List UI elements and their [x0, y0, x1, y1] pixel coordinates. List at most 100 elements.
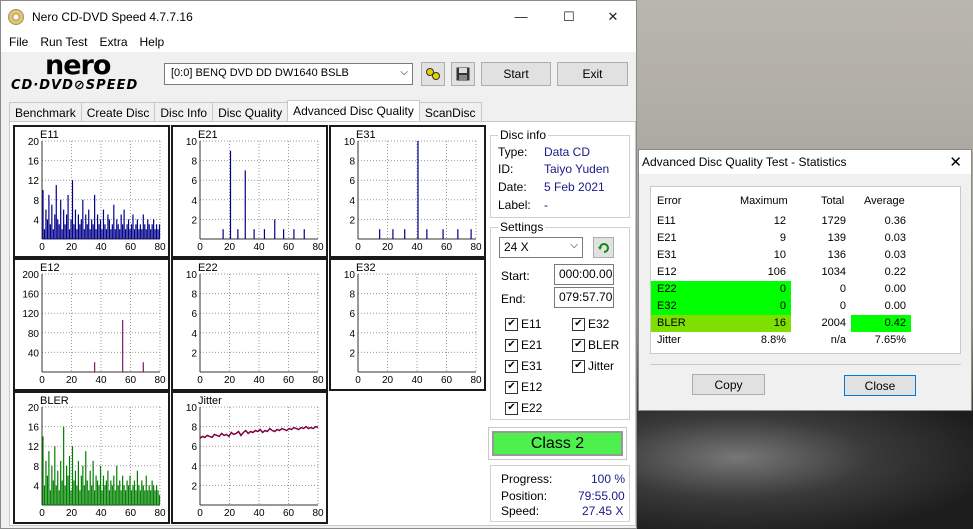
speed-value: 27.45 X	[582, 504, 624, 518]
maximize-button[interactable]: ☐	[546, 1, 592, 32]
checkbox-e11[interactable]: ✔ E11	[505, 317, 541, 331]
tab-create-disc[interactable]: Create Disc	[80, 102, 156, 122]
y-tick-label: 200	[22, 270, 39, 281]
x-tick-label: 20	[66, 242, 78, 253]
y-tick-label: 8	[191, 290, 197, 301]
settings-group: Settings 24 X ⌵ Start: 000:00.00 End: 07…	[490, 220, 630, 420]
tab-scandisc[interactable]: ScanDisc	[418, 102, 482, 122]
checkbox-e12-label: E12	[521, 380, 543, 394]
y-tick-label: 2	[191, 215, 197, 226]
statistics-cell: E12	[657, 266, 677, 278]
header-error: Error	[657, 195, 682, 207]
statistics-title-bar[interactable]: Advanced Disc Quality Test - Statistics …	[639, 150, 971, 174]
chevron-down-icon: ⌵	[570, 240, 578, 251]
save-button[interactable]	[451, 62, 475, 86]
statistics-cell: 0.03	[884, 232, 906, 244]
chart-plot: 0 20 40 60 80 2 4 6 8 10	[186, 137, 324, 253]
toolbar: nero CD·DVD⊘SPEED [0:0] BENQ DVD DD DW16…	[1, 50, 636, 100]
date-value: 5 Feb 2021	[544, 180, 605, 194]
statistics-cell: 10	[773, 249, 786, 261]
x-tick-label: 40	[95, 508, 107, 519]
x-tick-label: 60	[283, 242, 295, 253]
tab-benchmark[interactable]: Benchmark	[9, 102, 82, 122]
quality-class-badge: Class 2	[492, 431, 623, 456]
drive-select[interactable]: [0:0] BENQ DVD DD DW1640 BSLB ⌵	[164, 63, 413, 85]
statistics-cell: 7.65%	[874, 334, 906, 346]
minimize-button[interactable]: —	[498, 1, 544, 32]
y-tick-label: 4	[191, 462, 197, 473]
statistics-row: E21 9 139 0.03	[651, 230, 962, 247]
label-label: Label:	[498, 198, 531, 212]
y-tick-label: 6	[191, 176, 197, 187]
y-tick-label: 16	[28, 157, 40, 168]
checkbox-e31-label: E31	[521, 359, 543, 373]
statistics-cell: 0.00	[884, 300, 906, 312]
x-tick-label: 0	[197, 375, 203, 386]
start-input[interactable]: 000:00.00	[554, 264, 614, 285]
statistics-cell: 1034	[821, 266, 846, 278]
statistics-close-icon[interactable]: ✕	[949, 153, 962, 171]
x-tick-label: 40	[411, 242, 423, 253]
check-icon: ✔	[505, 317, 518, 331]
checkbox-bler[interactable]: ✔ BLER	[572, 338, 619, 352]
statistics-row: E12 106 1034 0.22	[651, 264, 962, 281]
speed-select[interactable]: 24 X ⌵	[499, 237, 583, 258]
position-label: Position:	[501, 489, 548, 503]
menu-extra[interactable]: Extra	[93, 35, 133, 49]
x-tick-label: 60	[441, 242, 453, 253]
checkbox-e22[interactable]: ✔ E22	[505, 401, 542, 415]
copy-button[interactable]: Copy	[692, 374, 765, 395]
y-tick-label: 8	[33, 196, 39, 207]
chart-title: Jitter	[198, 395, 222, 407]
chart-e31: 0 20 40 60 80 2 4 6 8 10 E31	[329, 125, 486, 258]
y-tick-label: 2	[191, 481, 197, 492]
main-window: Nero CD-DVD Speed 4.7.7.16 — ☐ ✕ File Ru…	[0, 0, 637, 529]
x-tick-label: 40	[95, 375, 107, 386]
statistics-cell: 1729	[821, 215, 846, 227]
statistics-cell: 136	[827, 249, 846, 261]
end-input[interactable]: 079:57.70	[554, 287, 614, 308]
app-disc-icon	[8, 8, 24, 25]
menu-file[interactable]: File	[3, 35, 34, 49]
statistics-row: E22 0 0 0.00	[651, 281, 962, 298]
y-tick-label: 4	[349, 329, 355, 340]
check-icon: ✔	[572, 359, 585, 373]
y-tick-label: 2	[191, 348, 197, 359]
tab-disc-info[interactable]: Disc Info	[154, 102, 214, 122]
exit-button[interactable]: Exit	[557, 62, 628, 86]
menu-run-test[interactable]: Run Test	[34, 35, 93, 49]
title-bar[interactable]: Nero CD-DVD Speed 4.7.7.16 — ☐ ✕	[1, 1, 636, 32]
checkbox-e21[interactable]: ✔ E21	[505, 338, 542, 352]
logo-nero-text: nero	[45, 50, 111, 81]
refresh-speed-button[interactable]	[593, 237, 614, 258]
statistics-table: Error Maximum Total Average E11 12 1729 0.3…	[650, 186, 961, 354]
drive-select-value: [0:0] BENQ DVD DD DW1640 BSLB	[171, 67, 349, 79]
label-value: -	[544, 198, 548, 212]
menu-help[interactable]: Help	[134, 35, 171, 49]
disc-info-group: Disc info Type: Data CD ID: Taiyo Yuden …	[490, 128, 630, 218]
start-button[interactable]: Start	[481, 62, 551, 86]
x-tick-label: 0	[39, 242, 45, 253]
y-tick-label: 20	[28, 403, 40, 414]
checkbox-e12[interactable]: ✔ E12	[505, 380, 542, 394]
chart-bler: 0 20 40 60 80 4 8 12 16 20 BLER	[13, 391, 170, 524]
close-button[interactable]: ✕	[590, 1, 636, 32]
check-icon: ✔	[505, 338, 518, 352]
y-tick-label: 6	[349, 309, 355, 320]
x-tick-label: 80	[154, 508, 166, 519]
checkbox-e31[interactable]: ✔ E31	[505, 359, 542, 373]
tab-disc-quality[interactable]: Disc Quality	[212, 102, 289, 122]
refresh-icon	[597, 242, 609, 253]
statistics-cell: 139	[827, 232, 846, 244]
x-tick-label: 60	[441, 375, 453, 386]
tab-advanced-disc-quality[interactable]: Advanced Disc Quality	[287, 100, 420, 122]
checkbox-e32[interactable]: ✔ E32	[572, 317, 609, 331]
checkbox-jitter[interactable]: ✔ Jitter	[572, 359, 614, 373]
x-tick-label: 40	[95, 242, 107, 253]
drive-info-button[interactable]	[421, 62, 445, 86]
x-tick-label: 60	[283, 375, 295, 386]
statistics-close-button[interactable]: Close	[844, 375, 916, 396]
chart-plot: 0 20 40 60 80 2 4 6 8 10	[344, 137, 482, 253]
x-tick-label: 0	[39, 375, 45, 386]
advanced-disc-quality-panel: 0 20 40 60 80 4 8 12 16 20 E11 0 20 40 60 80 2 4 6 8 10 E21 …	[9, 121, 636, 526]
